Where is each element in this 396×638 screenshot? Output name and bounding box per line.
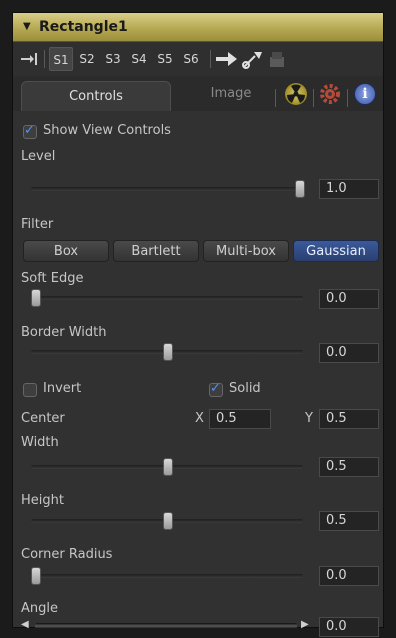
filter-label: Filter: [21, 217, 54, 232]
invert-checkbox[interactable]: [23, 383, 37, 397]
lock-icon[interactable]: [269, 51, 285, 67]
height-value-field[interactable]: 0.5: [319, 511, 379, 531]
angle-thumbwheel[interactable]: [35, 623, 297, 629]
soft-edge-label: Soft Edge: [21, 271, 84, 286]
radiation-icon[interactable]: [285, 83, 307, 105]
separator: [313, 89, 314, 107]
show-view-controls-checkbox[interactable]: [23, 123, 37, 139]
level-label: Level: [21, 149, 56, 164]
corner-radius-slider-track[interactable]: [31, 574, 303, 578]
arrow-right-icon[interactable]: ▶: [301, 619, 309, 630]
level-slider-track[interactable]: [31, 187, 303, 191]
border-width-value-field[interactable]: 0.0: [319, 343, 379, 363]
level-slider-handle[interactable]: [295, 180, 305, 198]
width-slider-handle[interactable]: [163, 458, 173, 476]
invert-label: Invert: [43, 381, 82, 396]
center-label: Center: [21, 411, 65, 426]
border-width-slider-handle[interactable]: [163, 343, 173, 361]
level-value-field[interactable]: 1.0: [319, 179, 379, 199]
solid-label: Solid: [229, 381, 261, 396]
center-y-label: Y: [305, 411, 313, 426]
version-s6-button[interactable]: S6: [179, 47, 203, 71]
separator: [275, 89, 276, 107]
solid-checkbox[interactable]: [209, 381, 223, 397]
filter-bartlett-button[interactable]: Bartlett: [113, 240, 199, 262]
arrow-right-icon[interactable]: [216, 51, 238, 67]
filter-box-button[interactable]: Box: [23, 240, 109, 262]
corner-radius-value-field[interactable]: 0.0: [319, 566, 379, 586]
gear-icon[interactable]: [319, 83, 341, 105]
soft-edge-slider-handle[interactable]: [31, 289, 41, 307]
filter-multibox-button[interactable]: Multi-box: [203, 240, 289, 262]
separator: [347, 89, 348, 107]
tab-bar: Controls Image i: [13, 77, 383, 111]
toolbar: S1 S2 S3 S4 S5 S6: [13, 42, 383, 76]
tool-title: Rectangle1: [39, 19, 128, 35]
height-label: Height: [21, 493, 64, 508]
separator: [210, 50, 211, 68]
height-slider-handle[interactable]: [163, 512, 173, 530]
version-s3-button[interactable]: S3: [101, 47, 125, 71]
angle-value-field[interactable]: 0.0: [319, 617, 379, 637]
center-x-field[interactable]: 0.5: [209, 409, 271, 429]
tab-controls[interactable]: Controls: [21, 81, 171, 111]
pin-icon[interactable]: [241, 48, 265, 70]
tab-image[interactable]: Image: [181, 81, 281, 111]
tool-header[interactable]: ▼ Rectangle1: [13, 13, 383, 42]
center-x-label: X: [195, 411, 204, 426]
version-s4-button[interactable]: S4: [127, 47, 151, 71]
version-s2-button[interactable]: S2: [75, 47, 99, 71]
tool-panel: ▼ Rectangle1 S1 S2 S3 S4 S5 S6 Controls …: [12, 12, 384, 637]
soft-edge-slider-track[interactable]: [31, 296, 303, 300]
separator: [44, 50, 45, 68]
corner-radius-slider-handle[interactable]: [31, 567, 41, 585]
version-s1-button[interactable]: S1: [49, 47, 73, 71]
width-value-field[interactable]: 0.5: [319, 457, 379, 477]
angle-label: Angle: [21, 601, 58, 616]
info-icon[interactable]: i: [354, 83, 376, 105]
arrow-left-icon[interactable]: ◀: [21, 619, 29, 630]
show-view-controls-label: Show View Controls: [43, 123, 171, 138]
center-y-field[interactable]: 0.5: [319, 409, 379, 429]
soft-edge-value-field[interactable]: 0.0: [319, 289, 379, 309]
width-label: Width: [21, 435, 59, 450]
triangle-down-icon[interactable]: ▼: [23, 13, 31, 41]
corner-radius-label: Corner Radius: [21, 547, 113, 562]
arrow-right-bar-icon[interactable]: [21, 52, 37, 66]
controls-content: Show View Controls Level 1.0 Filter Box …: [13, 111, 383, 637]
filter-gaussian-button[interactable]: Gaussian: [293, 240, 379, 262]
version-s5-button[interactable]: S5: [153, 47, 177, 71]
border-width-label: Border Width: [21, 325, 107, 340]
